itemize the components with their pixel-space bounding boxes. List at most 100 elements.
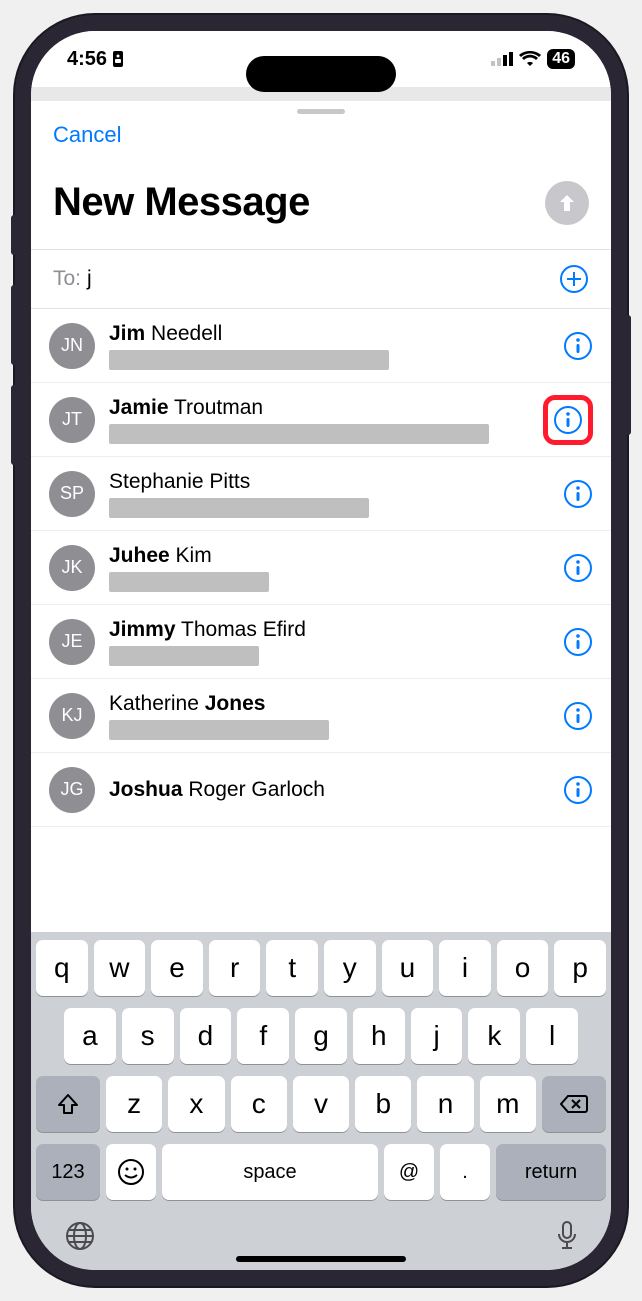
contact-suggestions: JN Jim Needell JT Jamie Troutman SP Stephanie…	[31, 309, 611, 827]
key-w[interactable]: w	[94, 940, 146, 996]
dynamic-island	[246, 56, 396, 92]
globe-key[interactable]	[64, 1220, 96, 1252]
contact-name: Juhee Kim	[109, 543, 549, 568]
contact-avatar: JK	[49, 545, 95, 591]
contact-avatar: JG	[49, 767, 95, 813]
shift-icon	[56, 1092, 80, 1116]
key-d[interactable]: d	[180, 1008, 232, 1064]
shift-key[interactable]	[36, 1076, 100, 1132]
contact-row[interactable]: JK Juhee Kim	[31, 531, 611, 605]
key-a[interactable]: a	[64, 1008, 116, 1064]
info-button[interactable]	[563, 627, 593, 657]
id-card-icon	[111, 50, 125, 68]
contact-row[interactable]: KJ Katherine Jones	[31, 679, 611, 753]
key-h[interactable]: h	[353, 1008, 405, 1064]
at-key[interactable]: @	[384, 1144, 434, 1200]
phone-frame: 4:56 46 Cancel New Message	[15, 15, 627, 1286]
contact-name: Jimmy Thomas Efird	[109, 617, 549, 642]
wifi-icon	[519, 51, 541, 67]
return-key[interactable]: return	[496, 1144, 606, 1200]
contact-avatar: SP	[49, 471, 95, 517]
key-r[interactable]: r	[209, 940, 261, 996]
contact-main: Jamie Troutman	[109, 395, 529, 443]
to-input[interactable]: j	[87, 267, 559, 291]
keyboard: qwertyuiop asdfghjkl zxcvbnm 123 space @…	[31, 932, 611, 1270]
info-button-highlighted[interactable]	[543, 395, 593, 445]
contact-main: Jim Needell	[109, 321, 549, 369]
key-s[interactable]: s	[122, 1008, 174, 1064]
send-button[interactable]	[545, 181, 589, 225]
contact-main: Katherine Jones	[109, 691, 549, 739]
redacted-subtitle	[109, 424, 489, 444]
contact-avatar: JT	[49, 397, 95, 443]
key-y[interactable]: y	[324, 940, 376, 996]
arrow-up-icon	[556, 192, 578, 214]
backspace-key[interactable]	[542, 1076, 606, 1132]
emoji-key[interactable]	[106, 1144, 156, 1200]
key-m[interactable]: m	[480, 1076, 536, 1132]
contact-name: Stephanie Pitts	[109, 469, 549, 494]
to-field-row[interactable]: To: j	[31, 249, 611, 309]
space-key[interactable]: space	[162, 1144, 378, 1200]
contact-main: Joshua Roger Garloch	[109, 777, 549, 802]
compose-sheet: Cancel New Message To: j JN Jim Needell JT…	[31, 109, 611, 827]
contact-main: Stephanie Pitts	[109, 469, 549, 517]
redacted-subtitle	[109, 350, 389, 370]
contact-main: Jimmy Thomas Efird	[109, 617, 549, 665]
contact-row[interactable]: SP Stephanie Pitts	[31, 457, 611, 531]
contact-row[interactable]: JT Jamie Troutman	[31, 383, 611, 457]
key-p[interactable]: p	[554, 940, 606, 996]
redacted-subtitle	[109, 572, 269, 592]
contact-main: Juhee Kim	[109, 543, 549, 591]
key-o[interactable]: o	[497, 940, 549, 996]
key-n[interactable]: n	[417, 1076, 473, 1132]
key-e[interactable]: e	[151, 940, 203, 996]
key-u[interactable]: u	[382, 940, 434, 996]
key-k[interactable]: k	[468, 1008, 520, 1064]
contact-row[interactable]: JE Jimmy Thomas Efird	[31, 605, 611, 679]
info-button[interactable]	[563, 775, 593, 805]
backspace-icon	[560, 1094, 588, 1114]
info-button[interactable]	[563, 553, 593, 583]
status-time: 4:56	[67, 48, 107, 71]
info-button[interactable]	[563, 479, 593, 509]
contact-row[interactable]: JN Jim Needell	[31, 309, 611, 383]
cancel-button[interactable]: Cancel	[53, 122, 121, 147]
number-key[interactable]: 123	[36, 1144, 100, 1200]
page-title: New Message	[53, 180, 310, 225]
dot-key[interactable]: .	[440, 1144, 490, 1200]
key-j[interactable]: j	[411, 1008, 463, 1064]
contact-avatar: JN	[49, 323, 95, 369]
key-i[interactable]: i	[439, 940, 491, 996]
to-label: To:	[53, 267, 81, 291]
contact-name: Katherine Jones	[109, 691, 549, 716]
redacted-subtitle	[109, 720, 329, 740]
key-z[interactable]: z	[106, 1076, 162, 1132]
contact-avatar: KJ	[49, 693, 95, 739]
redacted-subtitle	[109, 498, 369, 518]
home-indicator[interactable]	[236, 1256, 406, 1262]
cellular-icon	[491, 52, 513, 66]
key-x[interactable]: x	[168, 1076, 224, 1132]
mic-key[interactable]	[556, 1220, 578, 1252]
key-t[interactable]: t	[266, 940, 318, 996]
key-c[interactable]: c	[231, 1076, 287, 1132]
key-q[interactable]: q	[36, 940, 88, 996]
contact-row[interactable]: JG Joshua Roger Garloch	[31, 753, 611, 827]
phone-screen: 4:56 46 Cancel New Message	[31, 31, 611, 1270]
contact-name: Joshua Roger Garloch	[109, 777, 549, 802]
emoji-icon	[117, 1158, 145, 1186]
add-contact-button[interactable]	[559, 264, 589, 294]
battery-indicator: 46	[547, 49, 575, 69]
key-l[interactable]: l	[526, 1008, 578, 1064]
key-g[interactable]: g	[295, 1008, 347, 1064]
contact-name: Jamie Troutman	[109, 395, 529, 420]
key-f[interactable]: f	[237, 1008, 289, 1064]
contact-name: Jim Needell	[109, 321, 549, 346]
redacted-subtitle	[109, 646, 259, 666]
info-button[interactable]	[563, 331, 593, 361]
key-b[interactable]: b	[355, 1076, 411, 1132]
contact-avatar: JE	[49, 619, 95, 665]
info-button[interactable]	[563, 701, 593, 731]
key-v[interactable]: v	[293, 1076, 349, 1132]
